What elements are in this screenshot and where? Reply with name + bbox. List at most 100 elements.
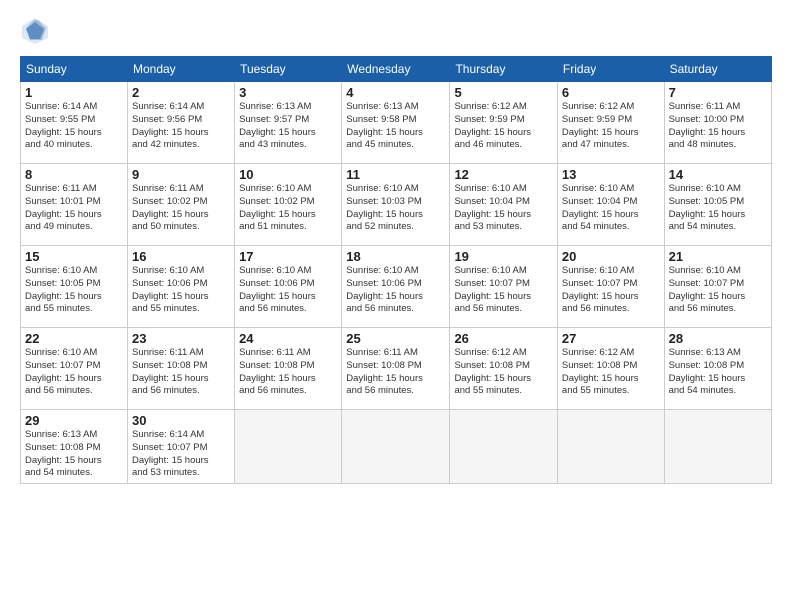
day-number: 28 bbox=[669, 331, 767, 346]
day-number: 18 bbox=[346, 249, 445, 264]
week-row-5: 29Sunrise: 6:13 AM Sunset: 10:08 PM Dayl… bbox=[21, 410, 772, 484]
week-row-2: 8Sunrise: 6:11 AM Sunset: 10:01 PM Dayli… bbox=[21, 164, 772, 246]
table-row: 22Sunrise: 6:10 AM Sunset: 10:07 PM Dayl… bbox=[21, 328, 128, 410]
table-row: 12Sunrise: 6:10 AM Sunset: 10:04 PM Dayl… bbox=[450, 164, 557, 246]
day-info: Sunrise: 6:13 AM Sunset: 10:08 PM Daylig… bbox=[25, 429, 123, 480]
weekday-header-friday: Friday bbox=[557, 57, 664, 82]
day-number: 26 bbox=[454, 331, 552, 346]
day-number: 10 bbox=[239, 167, 337, 182]
day-number: 25 bbox=[346, 331, 445, 346]
day-number: 9 bbox=[132, 167, 230, 182]
day-info: Sunrise: 6:10 AM Sunset: 10:02 PM Daylig… bbox=[239, 183, 337, 234]
table-row: 6Sunrise: 6:12 AM Sunset: 9:59 PM Daylig… bbox=[557, 82, 664, 164]
header bbox=[20, 16, 772, 46]
table-row: 25Sunrise: 6:11 AM Sunset: 10:08 PM Dayl… bbox=[342, 328, 450, 410]
table-row: 17Sunrise: 6:10 AM Sunset: 10:06 PM Dayl… bbox=[235, 246, 342, 328]
weekday-header-saturday: Saturday bbox=[664, 57, 771, 82]
day-info: Sunrise: 6:11 AM Sunset: 10:08 PM Daylig… bbox=[132, 347, 230, 398]
week-row-4: 22Sunrise: 6:10 AM Sunset: 10:07 PM Dayl… bbox=[21, 328, 772, 410]
day-number: 3 bbox=[239, 85, 337, 100]
weekday-header-thursday: Thursday bbox=[450, 57, 557, 82]
day-info: Sunrise: 6:10 AM Sunset: 10:07 PM Daylig… bbox=[562, 265, 660, 316]
weekday-header-wednesday: Wednesday bbox=[342, 57, 450, 82]
table-row bbox=[557, 410, 664, 484]
table-row: 11Sunrise: 6:10 AM Sunset: 10:03 PM Dayl… bbox=[342, 164, 450, 246]
table-row: 2Sunrise: 6:14 AM Sunset: 9:56 PM Daylig… bbox=[127, 82, 234, 164]
day-info: Sunrise: 6:10 AM Sunset: 10:07 PM Daylig… bbox=[25, 347, 123, 398]
table-row bbox=[450, 410, 557, 484]
day-info: Sunrise: 6:10 AM Sunset: 10:07 PM Daylig… bbox=[454, 265, 552, 316]
table-row: 5Sunrise: 6:12 AM Sunset: 9:59 PM Daylig… bbox=[450, 82, 557, 164]
table-row: 8Sunrise: 6:11 AM Sunset: 10:01 PM Dayli… bbox=[21, 164, 128, 246]
day-info: Sunrise: 6:13 AM Sunset: 10:08 PM Daylig… bbox=[669, 347, 767, 398]
calendar-table: SundayMondayTuesdayWednesdayThursdayFrid… bbox=[20, 56, 772, 484]
table-row: 26Sunrise: 6:12 AM Sunset: 10:08 PM Dayl… bbox=[450, 328, 557, 410]
day-number: 24 bbox=[239, 331, 337, 346]
table-row: 7Sunrise: 6:11 AM Sunset: 10:00 PM Dayli… bbox=[664, 82, 771, 164]
day-info: Sunrise: 6:10 AM Sunset: 10:06 PM Daylig… bbox=[132, 265, 230, 316]
table-row: 20Sunrise: 6:10 AM Sunset: 10:07 PM Dayl… bbox=[557, 246, 664, 328]
day-info: Sunrise: 6:14 AM Sunset: 9:56 PM Dayligh… bbox=[132, 101, 230, 152]
day-info: Sunrise: 6:10 AM Sunset: 10:04 PM Daylig… bbox=[562, 183, 660, 234]
table-row: 9Sunrise: 6:11 AM Sunset: 10:02 PM Dayli… bbox=[127, 164, 234, 246]
day-number: 30 bbox=[132, 413, 230, 428]
table-row: 27Sunrise: 6:12 AM Sunset: 10:08 PM Dayl… bbox=[557, 328, 664, 410]
day-number: 7 bbox=[669, 85, 767, 100]
table-row: 28Sunrise: 6:13 AM Sunset: 10:08 PM Dayl… bbox=[664, 328, 771, 410]
day-info: Sunrise: 6:10 AM Sunset: 10:06 PM Daylig… bbox=[346, 265, 445, 316]
table-row: 19Sunrise: 6:10 AM Sunset: 10:07 PM Dayl… bbox=[450, 246, 557, 328]
day-info: Sunrise: 6:10 AM Sunset: 10:06 PM Daylig… bbox=[239, 265, 337, 316]
table-row: 23Sunrise: 6:11 AM Sunset: 10:08 PM Dayl… bbox=[127, 328, 234, 410]
day-number: 16 bbox=[132, 249, 230, 264]
day-info: Sunrise: 6:12 AM Sunset: 10:08 PM Daylig… bbox=[562, 347, 660, 398]
table-row: 10Sunrise: 6:10 AM Sunset: 10:02 PM Dayl… bbox=[235, 164, 342, 246]
day-info: Sunrise: 6:10 AM Sunset: 10:07 PM Daylig… bbox=[669, 265, 767, 316]
day-info: Sunrise: 6:12 AM Sunset: 9:59 PM Dayligh… bbox=[454, 101, 552, 152]
day-info: Sunrise: 6:11 AM Sunset: 10:01 PM Daylig… bbox=[25, 183, 123, 234]
logo bbox=[20, 16, 54, 46]
day-number: 2 bbox=[132, 85, 230, 100]
day-info: Sunrise: 6:14 AM Sunset: 9:55 PM Dayligh… bbox=[25, 101, 123, 152]
day-info: Sunrise: 6:11 AM Sunset: 10:02 PM Daylig… bbox=[132, 183, 230, 234]
day-number: 1 bbox=[25, 85, 123, 100]
table-row: 30Sunrise: 6:14 AM Sunset: 10:07 PM Dayl… bbox=[127, 410, 234, 484]
day-number: 8 bbox=[25, 167, 123, 182]
table-row: 16Sunrise: 6:10 AM Sunset: 10:06 PM Dayl… bbox=[127, 246, 234, 328]
table-row: 1Sunrise: 6:14 AM Sunset: 9:55 PM Daylig… bbox=[21, 82, 128, 164]
day-number: 14 bbox=[669, 167, 767, 182]
day-number: 21 bbox=[669, 249, 767, 264]
weekday-header-monday: Monday bbox=[127, 57, 234, 82]
day-info: Sunrise: 6:10 AM Sunset: 10:05 PM Daylig… bbox=[669, 183, 767, 234]
table-row bbox=[342, 410, 450, 484]
day-info: Sunrise: 6:10 AM Sunset: 10:04 PM Daylig… bbox=[454, 183, 552, 234]
day-info: Sunrise: 6:10 AM Sunset: 10:05 PM Daylig… bbox=[25, 265, 123, 316]
day-number: 27 bbox=[562, 331, 660, 346]
weekday-header-sunday: Sunday bbox=[21, 57, 128, 82]
day-number: 23 bbox=[132, 331, 230, 346]
logo-icon bbox=[20, 16, 50, 46]
day-number: 29 bbox=[25, 413, 123, 428]
day-info: Sunrise: 6:12 AM Sunset: 9:59 PM Dayligh… bbox=[562, 101, 660, 152]
day-number: 15 bbox=[25, 249, 123, 264]
table-row: 18Sunrise: 6:10 AM Sunset: 10:06 PM Dayl… bbox=[342, 246, 450, 328]
day-info: Sunrise: 6:10 AM Sunset: 10:03 PM Daylig… bbox=[346, 183, 445, 234]
table-row bbox=[235, 410, 342, 484]
day-number: 6 bbox=[562, 85, 660, 100]
calendar-page: SundayMondayTuesdayWednesdayThursdayFrid… bbox=[0, 0, 792, 612]
table-row: 4Sunrise: 6:13 AM Sunset: 9:58 PM Daylig… bbox=[342, 82, 450, 164]
day-info: Sunrise: 6:13 AM Sunset: 9:57 PM Dayligh… bbox=[239, 101, 337, 152]
table-row: 24Sunrise: 6:11 AM Sunset: 10:08 PM Dayl… bbox=[235, 328, 342, 410]
table-row: 21Sunrise: 6:10 AM Sunset: 10:07 PM Dayl… bbox=[664, 246, 771, 328]
week-row-1: 1Sunrise: 6:14 AM Sunset: 9:55 PM Daylig… bbox=[21, 82, 772, 164]
day-number: 19 bbox=[454, 249, 552, 264]
day-info: Sunrise: 6:12 AM Sunset: 10:08 PM Daylig… bbox=[454, 347, 552, 398]
day-info: Sunrise: 6:11 AM Sunset: 10:08 PM Daylig… bbox=[239, 347, 337, 398]
day-number: 20 bbox=[562, 249, 660, 264]
day-number: 4 bbox=[346, 85, 445, 100]
day-info: Sunrise: 6:11 AM Sunset: 10:00 PM Daylig… bbox=[669, 101, 767, 152]
weekday-header-row: SundayMondayTuesdayWednesdayThursdayFrid… bbox=[21, 57, 772, 82]
day-number: 5 bbox=[454, 85, 552, 100]
day-number: 11 bbox=[346, 167, 445, 182]
day-number: 13 bbox=[562, 167, 660, 182]
table-row: 13Sunrise: 6:10 AM Sunset: 10:04 PM Dayl… bbox=[557, 164, 664, 246]
